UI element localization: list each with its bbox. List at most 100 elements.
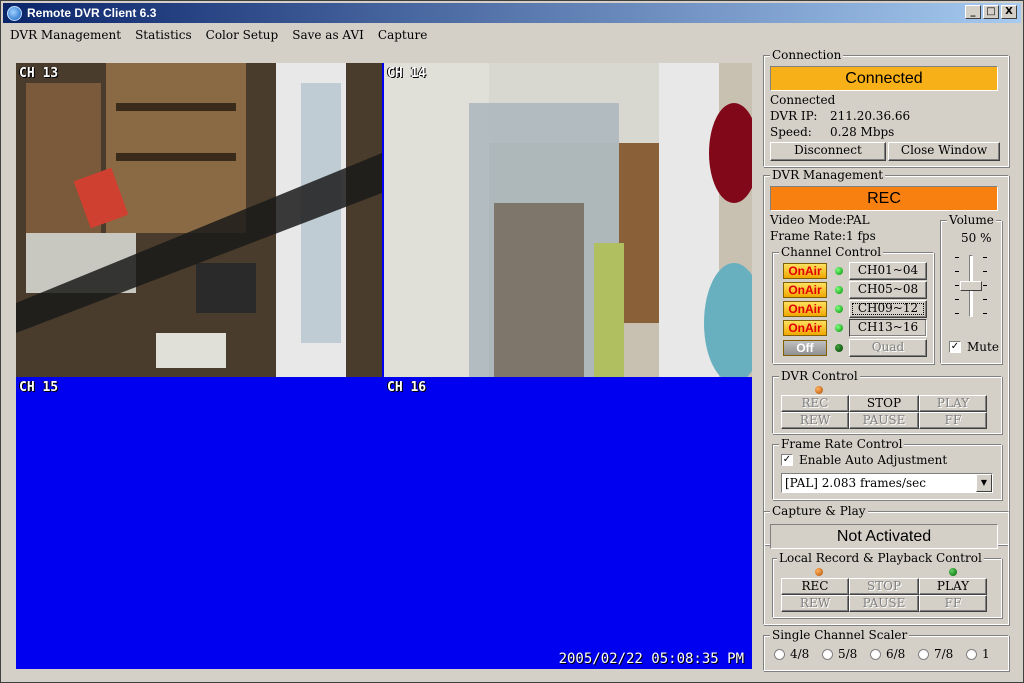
close-window-button[interactable]: Close Window [888, 142, 1000, 161]
capture-play-legend: Capture & Play [770, 504, 868, 518]
control-panel: Connection Connected Connected DVR IP: 2… [761, 48, 1011, 674]
scaler-radio-6-8[interactable] [870, 649, 881, 660]
scaler-option-label: 1 [982, 647, 990, 661]
channel-led-3 [835, 305, 843, 313]
camera-feed-jar-image [384, 63, 752, 377]
channel-group-button-ch01-04[interactable]: CH01~04 [849, 262, 927, 280]
volume-tick [955, 285, 959, 286]
onair-button-3[interactable]: OnAir [783, 301, 827, 317]
onair-button-2[interactable]: OnAir [783, 282, 827, 298]
camera-feed-office-image [16, 63, 382, 377]
camera-view-ch14[interactable]: CH 14 [384, 63, 752, 377]
channel-group-button-ch09-12[interactable]: CH09~12 [849, 300, 927, 318]
dvr-stop-button[interactable]: STOP [849, 395, 919, 412]
dvr-rew-button[interactable]: REW [781, 412, 849, 429]
volume-slider-thumb[interactable] [960, 281, 982, 291]
scaler-option-label: 7/8 [934, 647, 954, 661]
camera-label: CH 14 [387, 66, 427, 81]
channel-led-5 [835, 344, 843, 352]
connection-state-text: Connected [770, 93, 836, 107]
channel-led-1 [835, 267, 843, 275]
mute-checkbox[interactable]: ✓ [949, 341, 961, 353]
chevron-down-icon[interactable]: ▼ [976, 474, 992, 492]
scaler-radio-1[interactable] [966, 649, 977, 660]
camera-label: CH 15 [19, 380, 59, 395]
scaler-radio-5-8[interactable] [822, 649, 833, 660]
local-pause-button[interactable]: PAUSE [849, 595, 919, 612]
menu-capture[interactable]: Capture [371, 25, 434, 47]
minimize-button[interactable]: _ [965, 5, 981, 19]
volume-tick [955, 271, 959, 272]
onair-button-1[interactable]: OnAir [783, 263, 827, 279]
scaler-radio-7-8[interactable] [918, 649, 929, 660]
dvr-management-legend: DVR Management [770, 168, 886, 182]
frame-rate-value: 1 fps [846, 229, 876, 243]
frame-rate-select[interactable]: [PAL] 2.083 frames/sec ▼ [781, 473, 993, 493]
channel-control-group: Channel Control OnAir CH01~04 OnAir CH05… [772, 245, 934, 364]
dvr-pause-button[interactable]: PAUSE [849, 412, 919, 429]
volume-tick [983, 299, 987, 300]
close-button[interactable]: X [1001, 5, 1017, 19]
dvr-play-button[interactable]: PLAY [919, 395, 987, 412]
quad-button[interactable]: Quad [849, 339, 927, 357]
local-rec-button[interactable]: REC [781, 578, 849, 595]
scaler-option-label: 4/8 [790, 647, 810, 661]
scaler-legend: Single Channel Scaler [770, 628, 910, 642]
scaler-option-label: 5/8 [838, 647, 858, 661]
scaler-radio-4-8[interactable] [774, 649, 785, 660]
video-timestamp: 2005/02/22 05:08:35 PM [558, 651, 744, 667]
dvr-ff-button[interactable]: FF [919, 412, 987, 429]
volume-legend: Volume [947, 213, 996, 227]
menu-color-setup[interactable]: Color Setup [199, 25, 286, 47]
video-display[interactable]: CH 13 CH 14 CH 15 CH 16 2005/02/22 05:08… [16, 63, 752, 669]
channel-group-button-ch05-08[interactable]: CH05~08 [849, 281, 927, 299]
dvr-ip-label: DVR IP: [770, 109, 818, 123]
frame-rate-selected-value: [PAL] 2.083 frames/sec [785, 476, 926, 490]
volume-tick [955, 299, 959, 300]
channel-led-2 [835, 286, 843, 294]
local-ff-button[interactable]: FF [919, 595, 987, 612]
capture-play-group: Capture & Play Not Activated Local Recor… [763, 504, 1009, 625]
channel-group-button-ch13-16[interactable]: CH13~16 [849, 319, 927, 337]
local-record-led [815, 568, 823, 576]
volume-value: 50 % [961, 231, 992, 245]
volume-tick [983, 313, 987, 314]
scaler-option-label: 6/8 [886, 647, 906, 661]
camera-view-ch15[interactable]: CH 15 [16, 377, 382, 669]
video-mode-value: PAL [846, 213, 870, 227]
local-play-button[interactable]: PLAY [919, 578, 987, 595]
dvr-ip-value: 211.20.36.66 [830, 109, 911, 123]
menu-save-as-avi[interactable]: Save as AVI [285, 25, 371, 47]
maximize-button[interactable]: □ [983, 5, 999, 19]
off-button[interactable]: Off [783, 340, 827, 356]
dvr-control-group: DVR Control REC STOP PLAY REW PAUSE FF [772, 369, 1002, 434]
frame-rate-control-group: Frame Rate Control ✓ Enable Auto Adjustm… [772, 437, 1002, 500]
connection-group: Connection Connected Connected DVR IP: 2… [763, 48, 1009, 167]
menu-statistics[interactable]: Statistics [128, 25, 199, 47]
local-record-group: Local Record & Playback Control REC STOP… [772, 551, 1002, 618]
volume-tick [983, 271, 987, 272]
volume-tick [983, 257, 987, 258]
local-stop-button[interactable]: STOP [849, 578, 919, 595]
dvr-record-led [815, 386, 823, 394]
volume-group: Volume 50 % ✓ Mute [940, 213, 1002, 364]
channel-control-legend: Channel Control [779, 245, 884, 259]
onair-button-4[interactable]: OnAir [783, 320, 827, 336]
camera-view-ch13[interactable]: CH 13 [16, 63, 382, 377]
scaler-group: Single Channel Scaler 4/8 5/8 6/8 7/8 1 [763, 628, 1009, 671]
title-bar[interactable]: Remote DVR Client 6.3 _ □ X [3, 3, 1021, 23]
menu-bar: DVR Management Statistics Color Setup Sa… [3, 25, 434, 47]
channel-led-4 [835, 324, 843, 332]
main-window: Remote DVR Client 6.3 _ □ X DVR Manageme… [0, 0, 1024, 683]
auto-adjust-checkbox[interactable]: ✓ [781, 454, 793, 466]
dvr-rec-button[interactable]: REC [781, 395, 849, 412]
camera-view-ch16[interactable]: CH 16 [384, 377, 752, 669]
auto-adjust-label: Enable Auto Adjustment [799, 453, 948, 467]
frame-rate-control-legend: Frame Rate Control [779, 437, 905, 451]
dvr-management-group: DVR Management REC Video Mode: PAL Frame… [763, 168, 1009, 545]
local-play-led [949, 568, 957, 576]
video-mode-label: Video Mode: [770, 213, 847, 227]
menu-dvr-management[interactable]: DVR Management [3, 25, 128, 47]
local-rew-button[interactable]: REW [781, 595, 849, 612]
disconnect-button[interactable]: Disconnect [770, 142, 886, 161]
